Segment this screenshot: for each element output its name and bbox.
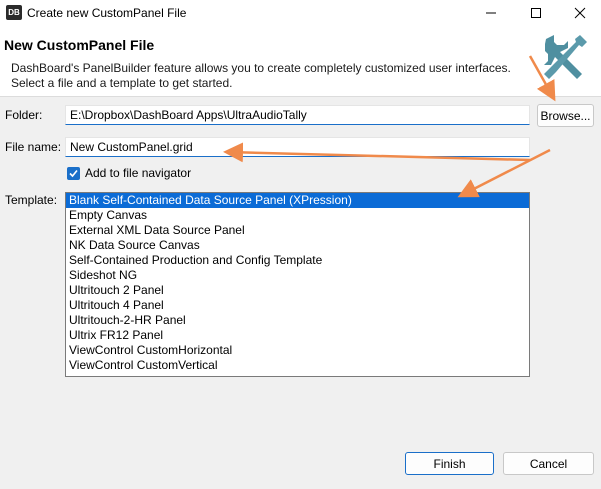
filename-input[interactable]: New CustomPanel.grid	[65, 137, 530, 157]
minimize-button[interactable]	[470, 0, 512, 26]
template-item[interactable]: ViewControl CustomVertical	[66, 358, 529, 373]
close-icon	[574, 7, 586, 19]
template-item-selected[interactable]: Blank Self-Contained Data Source Panel (…	[66, 193, 529, 208]
cancel-button[interactable]: Cancel	[503, 452, 594, 475]
template-item[interactable]: Ultritouch 4 Panel	[66, 298, 529, 313]
template-item[interactable]: ViewControl CustomHorizontal	[66, 343, 529, 358]
checkmark-icon	[69, 169, 78, 178]
maximize-icon	[531, 8, 541, 18]
app-icon: DB	[6, 5, 22, 20]
template-item[interactable]: Sideshot NG	[66, 268, 529, 283]
folder-label: Folder:	[5, 108, 43, 122]
add-to-navigator-checkbox[interactable]	[67, 167, 80, 180]
minimize-icon	[486, 12, 496, 14]
description-line-1: DashBoard's PanelBuilder feature allows …	[11, 61, 511, 75]
template-item[interactable]: NK Data Source Canvas	[66, 238, 529, 253]
filename-label: File name:	[5, 140, 62, 154]
title-bar: DB Create new CustomPanel File	[0, 0, 601, 26]
dialog-header: New CustomPanel File DashBoard's PanelBu…	[0, 26, 601, 97]
template-item[interactable]: Ultritouch-2-HR Panel	[66, 313, 529, 328]
dialog-heading: New CustomPanel File	[4, 37, 155, 53]
template-item[interactable]: Ultrix FR12 Panel	[66, 328, 529, 343]
description-line-2: Select a file and a template to get star…	[11, 76, 233, 90]
template-item[interactable]: Ultritouch 2 Panel	[66, 283, 529, 298]
browse-button[interactable]: Browse...	[537, 104, 594, 127]
finish-button[interactable]: Finish	[405, 452, 494, 475]
template-item[interactable]: External XML Data Source Panel	[66, 223, 529, 238]
window-title: Create new CustomPanel File	[27, 6, 187, 20]
folder-input[interactable]: E:\Dropbox\DashBoard Apps\UltraAudioTall…	[65, 105, 530, 125]
close-button[interactable]	[559, 0, 601, 26]
template-item[interactable]: Self-Contained Production and Config Tem…	[66, 253, 529, 268]
maximize-button[interactable]	[515, 0, 557, 26]
add-to-navigator-label: Add to file navigator	[85, 166, 192, 180]
dialog-description: DashBoard's PanelBuilder feature allows …	[11, 61, 511, 91]
template-label: Template:	[5, 193, 58, 207]
template-list[interactable]: Blank Self-Contained Data Source Panel (…	[65, 192, 530, 377]
tools-icon	[544, 35, 587, 79]
template-item[interactable]: Empty Canvas	[66, 208, 529, 223]
